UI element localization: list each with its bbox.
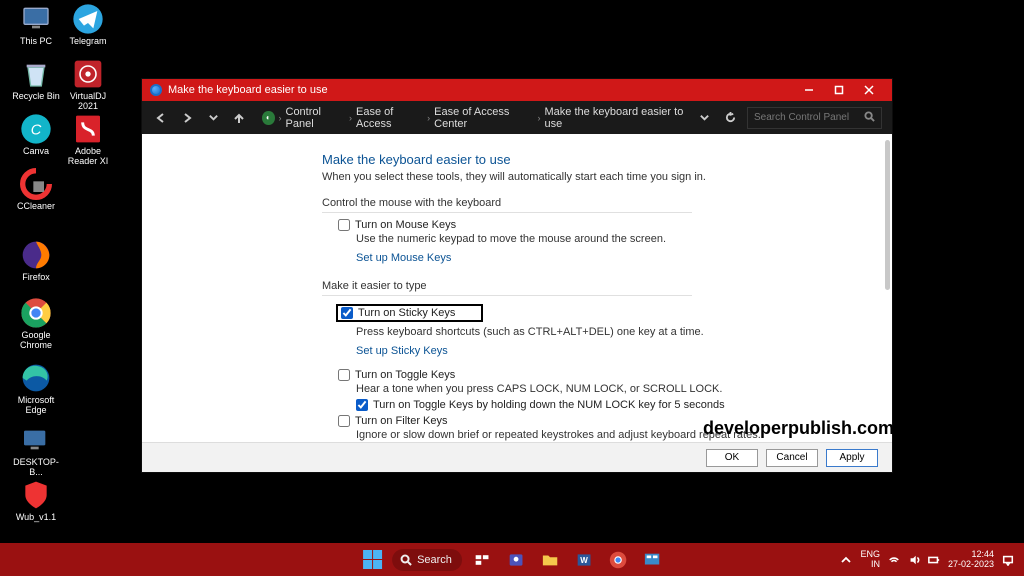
mouse-keys-link[interactable]: Set up Mouse Keys: [356, 252, 451, 264]
titlebar[interactable]: Make the keyboard easier to use: [142, 79, 892, 101]
ok-button[interactable]: OK: [706, 449, 758, 467]
toggle-keys-hold-checkbox[interactable]: Turn on Toggle Keys by holding down the …: [356, 399, 872, 411]
taskbar[interactable]: Search W ENG IN 12:44 27-02-2023: [0, 543, 1024, 576]
chevron-right-icon: ›: [349, 113, 352, 123]
icon-recycle-bin[interactable]: Recycle Bin: [10, 58, 62, 102]
toggle-keys-desc: Hear a tone when you press CAPS LOCK, NU…: [356, 383, 872, 395]
forward-button[interactable]: [178, 112, 196, 124]
recent-dropdown[interactable]: [204, 112, 222, 123]
control-panel-window: Make the keyboard easier to use ◐ › Cont…: [142, 79, 892, 472]
icon-ccleaner[interactable]: CCleaner: [10, 168, 62, 212]
monitor-icon: [20, 3, 52, 35]
telegram-icon: [72, 3, 104, 35]
search-icon: [400, 554, 412, 566]
taskbar-word[interactable]: W: [570, 547, 598, 573]
apply-button[interactable]: Apply: [826, 449, 878, 467]
icon-this-pc[interactable]: This PC: [10, 3, 62, 47]
taskbar-control-panel[interactable]: [638, 547, 666, 573]
icon-edge[interactable]: Microsoft Edge: [10, 362, 62, 416]
system-tray[interactable]: ENG IN 12:44 27-02-2023: [840, 550, 1014, 570]
network-pc-icon: [20, 424, 52, 456]
watermark-text: developerpublish.com: [703, 418, 894, 439]
icon-telegram[interactable]: Telegram: [62, 3, 114, 47]
svg-text:C: C: [31, 122, 42, 138]
taskbar-teams[interactable]: [502, 547, 530, 573]
breadcrumb-item[interactable]: Ease of Access: [356, 106, 423, 130]
battery-icon[interactable]: [928, 554, 940, 566]
maximize-button[interactable]: [824, 79, 854, 101]
bin-icon: [20, 58, 52, 90]
chevron-right-icon: ›: [538, 113, 541, 123]
search-placeholder: Search Control Panel: [754, 112, 849, 123]
checkbox-input[interactable]: [356, 399, 368, 411]
sticky-keys-desc: Press keyboard shortcuts (such as CTRL+A…: [356, 326, 872, 338]
pdf-icon: [72, 113, 104, 145]
chevron-up-icon[interactable]: [840, 554, 852, 566]
section-mouse-control: Control the mouse with the keyboard: [322, 197, 692, 213]
canva-icon: C: [20, 113, 52, 145]
section-easier-type: Make it easier to type: [322, 280, 692, 296]
language-indicator[interactable]: ENG IN: [860, 550, 880, 570]
breadcrumb-item[interactable]: Make the keyboard easier to use: [545, 106, 687, 130]
minimize-button[interactable]: [794, 79, 824, 101]
chrome-icon: [20, 297, 52, 329]
chevron-right-icon: ›: [279, 113, 282, 123]
control-panel-icon: ◐: [262, 111, 275, 125]
checkbox-input[interactable]: [338, 369, 350, 381]
search-icon: [864, 111, 875, 125]
close-button[interactable]: [854, 79, 884, 101]
start-button[interactable]: [358, 547, 386, 573]
mouse-keys-checkbox[interactable]: Turn on Mouse Keys: [338, 219, 872, 231]
chevron-right-icon: ›: [427, 113, 430, 123]
virtualdj-icon: [72, 58, 104, 90]
toggle-keys-checkbox[interactable]: Turn on Toggle Keys: [338, 369, 872, 381]
clock[interactable]: 12:44 27-02-2023: [948, 550, 994, 570]
windows-logo-icon: [363, 550, 382, 569]
checkbox-input[interactable]: [338, 219, 350, 231]
svg-text:W: W: [580, 556, 588, 565]
taskbar-explorer[interactable]: [536, 547, 564, 573]
sticky-keys-link[interactable]: Set up Sticky Keys: [356, 345, 448, 357]
wifi-icon[interactable]: [888, 554, 900, 566]
up-button[interactable]: [230, 112, 248, 124]
navbar: ◐ › Control Panel › Ease of Access › Eas…: [142, 101, 892, 134]
icon-virtualdj[interactable]: VirtualDJ 2021: [62, 58, 114, 112]
ccleaner-icon: [20, 168, 52, 200]
icon-adobe-reader[interactable]: Adobe Reader XI: [62, 113, 114, 167]
icon-chrome[interactable]: Google Chrome: [10, 297, 62, 351]
breadcrumb[interactable]: ◐ › Control Panel › Ease of Access › Eas…: [262, 106, 687, 130]
cancel-button[interactable]: Cancel: [766, 449, 818, 467]
scrollbar-thumb[interactable]: [885, 140, 890, 290]
taskbar-search[interactable]: Search: [392, 549, 462, 571]
content-area: Make the keyboard easier to use When you…: [142, 134, 892, 442]
volume-icon[interactable]: [908, 554, 920, 566]
breadcrumb-item[interactable]: Ease of Access Center: [434, 106, 533, 130]
ease-of-access-icon: [150, 84, 162, 96]
breadcrumb-dropdown[interactable]: [695, 112, 713, 123]
icon-wub[interactable]: Wub_v1.1: [10, 479, 62, 523]
sticky-keys-highlighted: Turn on Sticky Keys: [336, 304, 483, 322]
shield-icon: [20, 479, 52, 511]
icon-firefox[interactable]: Firefox: [10, 239, 62, 283]
sticky-keys-checkbox[interactable]: [341, 307, 353, 319]
page-heading: Make the keyboard easier to use: [322, 152, 872, 167]
icon-canva[interactable]: C Canva: [10, 113, 62, 157]
mouse-keys-desc: Use the numeric keypad to move the mouse…: [356, 233, 872, 245]
edge-icon: [20, 362, 52, 394]
window-title: Make the keyboard easier to use: [168, 84, 328, 96]
back-button[interactable]: [152, 112, 170, 124]
taskbar-chrome[interactable]: [604, 547, 632, 573]
icon-desktop-b[interactable]: DESKTOP-B...: [10, 424, 62, 478]
firefox-icon: [20, 239, 52, 271]
page-subtitle: When you select these tools, they will a…: [322, 171, 872, 183]
dialog-buttons: OK Cancel Apply: [142, 442, 892, 472]
breadcrumb-item[interactable]: Control Panel: [286, 106, 346, 130]
task-view-button[interactable]: [468, 547, 496, 573]
checkbox-input[interactable]: [338, 415, 350, 427]
refresh-button[interactable]: [721, 112, 739, 123]
notification-icon[interactable]: [1002, 554, 1014, 566]
search-input[interactable]: Search Control Panel: [747, 107, 882, 129]
